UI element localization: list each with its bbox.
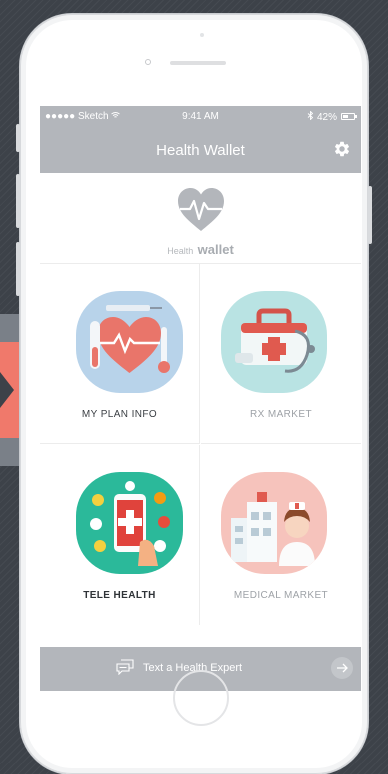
status-right: 42% [307,110,337,123]
power-button [368,186,372,244]
menu-item-medical-market[interactable]: MEDICAL MARKET [201,445,361,625]
menu-label-medical-market: MEDICAL MARKET [233,590,329,601]
home-button[interactable] [173,670,229,726]
telehealth-phone-illustration-icon [76,472,183,574]
page-title: Health Wallet [156,142,245,159]
proximity-sensor [200,33,204,37]
earpiece-speaker [170,61,226,65]
mute-switch [16,124,20,152]
menu-label-rx-market: RX MARKET [250,409,312,420]
menu-label-my-plan-info: MY PLAN INFO [81,409,158,420]
brand-header: Health wallet [40,173,361,264]
nav-bar: Health Wallet [40,128,361,173]
status-bar: ●●●●● Sketch 9:41 AM 42% [40,106,361,128]
menu-grid: MY PLAN INFO RX MARKET TELE HEALTH MEDIC… [40,264,361,625]
chat-icon [116,659,134,675]
heart-pulse-logo-icon [178,188,224,231]
menu-item-my-plan-info[interactable]: MY PLAN INFO [40,264,200,444]
medical-kit-illustration-icon [221,291,327,393]
gear-icon[interactable] [333,140,351,158]
arrow-right-icon[interactable] [331,657,353,679]
menu-item-rx-market[interactable]: RX MARKET [201,264,361,444]
menu-label-tele-health: TELE HEALTH [83,590,156,601]
phone-frame: ●●●●● Sketch 9:41 AM 42% Health Wallet H… [16,14,372,774]
volume-up-button [16,174,20,228]
volume-down-button [16,242,20,296]
menu-item-tele-health[interactable]: TELE HEALTH [40,445,200,625]
battery-icon [341,113,357,120]
plan-info-illustration-icon [76,291,183,393]
front-camera [145,59,151,65]
brand-wordmark: Health wallet [167,242,234,257]
app-screen: ●●●●● Sketch 9:41 AM 42% Health Wallet H… [40,106,361,691]
bluetooth-icon [307,110,314,121]
nurse-hospital-illustration-icon [221,472,327,574]
battery-percent: 42% [316,112,337,123]
chevron-right-icon [0,372,14,408]
